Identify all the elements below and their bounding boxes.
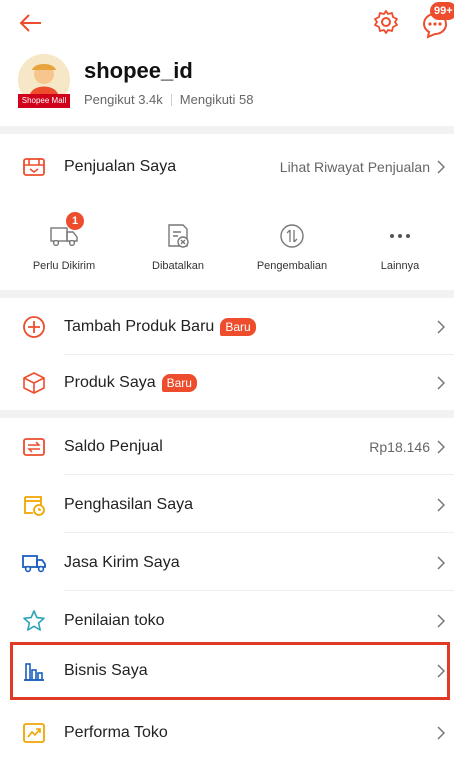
row-right (430, 495, 448, 515)
wallet-icon (20, 433, 48, 461)
divider (170, 93, 172, 106)
row-separator (64, 532, 454, 533)
cancelled-icon (162, 220, 194, 252)
seller-balance-value-area: Rp18.146 (369, 437, 448, 457)
section-divider (0, 126, 454, 134)
my-shipping-row[interactable]: Jasa Kirim Saya (0, 534, 454, 592)
more-item[interactable]: Lainnya (350, 196, 450, 288)
chevron-right-icon (434, 611, 448, 631)
return-icon (276, 220, 308, 252)
seller-balance-row[interactable]: Saldo Penjual Rp18.146 (0, 418, 454, 476)
more-label: Lainnya (380, 260, 420, 272)
chevron-right-icon (434, 437, 448, 457)
section-divider (0, 410, 454, 418)
new-badge: Baru (220, 318, 256, 336)
star-icon (20, 607, 48, 635)
add-product-label: Tambah Produk Baru Baru (64, 318, 256, 336)
settings-button[interactable] (370, 6, 402, 38)
row-right (430, 373, 448, 393)
following-count[interactable]: Mengikuti 58 (180, 92, 254, 107)
follow-stats: Pengikut 3.4k Mengikuti 58 (84, 92, 254, 107)
my-business-label: Bisnis Saya (64, 662, 148, 679)
gear-icon (374, 10, 398, 34)
to-ship-badge: 1 (66, 212, 84, 230)
my-products-label: Produk Saya Baru (64, 374, 197, 392)
shop-performance-label: Performa Toko (64, 724, 168, 741)
box-icon (20, 369, 48, 397)
chat-badge: 99+ (430, 2, 454, 20)
chevron-right-icon (434, 661, 448, 681)
to-ship-label: Perlu Dikirim (32, 260, 96, 272)
seller-balance-label: Saldo Penjual (64, 438, 163, 455)
row-right (430, 553, 448, 573)
chevron-right-icon (434, 157, 448, 177)
more-dots-icon (384, 220, 416, 252)
my-products-row[interactable]: Produk Saya Baru (0, 354, 454, 412)
my-products-text: Produk Saya (64, 374, 156, 391)
delivery-truck-icon (20, 549, 48, 577)
chevron-right-icon (434, 317, 448, 337)
chevron-right-icon (434, 723, 448, 743)
add-product-text: Tambah Produk Baru (64, 318, 215, 335)
chevron-right-icon (434, 553, 448, 573)
cancelled-label: Dibatalkan (152, 260, 204, 272)
row-right (430, 723, 448, 743)
chevron-right-icon (434, 495, 448, 515)
returns-item[interactable]: Pengembalian (242, 196, 342, 288)
sales-history-text: Lihat Riwayat Penjualan (279, 159, 430, 175)
shop-name: shopee_id (84, 58, 193, 83)
to-ship-item[interactable]: 1 Perlu Dikirim (14, 196, 114, 288)
my-sales-label: Penjualan Saya (64, 158, 177, 175)
followers-count[interactable]: Pengikut 3.4k (84, 92, 163, 107)
my-shipping-label: Jasa Kirim Saya (64, 554, 180, 571)
back-arrow-icon (19, 14, 41, 32)
new-badge: Baru (161, 374, 197, 392)
shop-performance-row[interactable]: Performa Toko (0, 704, 454, 762)
add-circle-icon (20, 313, 48, 341)
shop-profile[interactable]: Shopee Mall shopee_id Pengikut 3.4k Meng… (0, 52, 454, 122)
my-business-row[interactable]: Bisnis Saya (0, 642, 454, 700)
my-income-row[interactable]: Penghasilan Saya (0, 476, 454, 534)
row-separator (64, 590, 454, 591)
row-separator (64, 474, 454, 475)
returns-label: Pengembalian (256, 260, 328, 272)
sales-history-link[interactable]: Lihat Riwayat Penjualan (280, 157, 448, 177)
row-right (430, 611, 448, 631)
sales-icon (20, 153, 48, 181)
row-right (430, 317, 448, 337)
row-right (430, 661, 448, 681)
income-icon (20, 491, 48, 519)
performance-chart-icon (20, 719, 48, 747)
my-sales-row[interactable]: Penjualan Saya Lihat Riwayat Penjualan (0, 138, 454, 196)
my-income-label: Penghasilan Saya (64, 496, 193, 513)
shopee-mall-logo: Shopee Mall (18, 94, 70, 108)
sales-status-bar: 1 Perlu Dikirim Dibatalkan Pengembalian (0, 196, 454, 288)
back-button[interactable] (14, 8, 48, 38)
bar-chart-icon (20, 657, 48, 685)
chevron-right-icon (434, 373, 448, 393)
section-divider (0, 290, 454, 298)
top-bar: 99+ (0, 0, 454, 46)
seller-balance-value: Rp18.146 (369, 439, 430, 455)
cancelled-item[interactable]: Dibatalkan (128, 196, 228, 288)
chat-button[interactable]: 99+ (420, 2, 454, 40)
shop-rating-label: Penilaian toko (64, 612, 165, 629)
add-product-row[interactable]: Tambah Produk Baru Baru (0, 298, 454, 356)
